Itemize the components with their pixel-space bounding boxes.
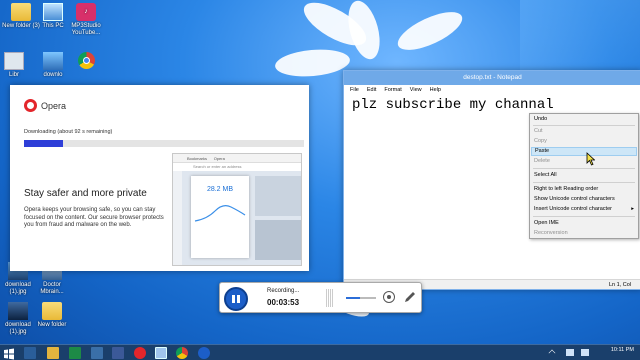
volume-slider[interactable] bbox=[346, 297, 376, 299]
flower-petal bbox=[392, 4, 468, 58]
ctx-separator bbox=[533, 216, 635, 217]
flower-petal bbox=[274, 46, 351, 80]
promo-description: Opera keeps your browsing safe, so you c… bbox=[24, 207, 164, 228]
drag-handle[interactable] bbox=[326, 289, 334, 307]
volume-icon[interactable] bbox=[581, 349, 589, 356]
desktop-icon-new-folder[interactable]: New folder bbox=[32, 302, 72, 329]
taskbar-file-explorer-icon[interactable] bbox=[47, 347, 59, 359]
recording-status: Recording... bbox=[267, 288, 300, 294]
mouse-cursor-icon bbox=[586, 152, 595, 166]
desktop-icon-mp3studio[interactable]: ♪ MP3Studio YouTube... bbox=[66, 3, 106, 37]
ctx-separator bbox=[533, 182, 635, 183]
notepad-title-bar[interactable]: destop.txt - Notepad bbox=[344, 71, 640, 85]
menu-file[interactable]: File bbox=[350, 85, 359, 95]
opera-icon bbox=[24, 99, 37, 112]
menu-view[interactable]: View bbox=[410, 85, 422, 95]
ctx-copy[interactable]: Copy bbox=[531, 137, 637, 146]
image-file-icon bbox=[8, 302, 28, 320]
desktop-icon-library[interactable]: Libr bbox=[0, 52, 34, 79]
flower-petal bbox=[342, 0, 386, 63]
download-progress-bar bbox=[24, 140, 304, 147]
preview-graph bbox=[194, 205, 246, 222]
screen-recorder-widget: Recording... 00:03:53 bbox=[219, 282, 422, 313]
webcam-icon[interactable] bbox=[383, 291, 395, 303]
ctx-select-all[interactable]: Select All bbox=[531, 171, 637, 180]
ctx-paste[interactable]: Paste bbox=[531, 147, 637, 156]
volume-slider-fill bbox=[346, 297, 360, 299]
folder-icon bbox=[11, 3, 31, 21]
taskbar-clock[interactable]: 10:11 PM bbox=[611, 347, 634, 354]
taskbar-facebook-icon[interactable] bbox=[112, 347, 124, 359]
edit-context-menu: Undo Cut Copy Paste Delete Select All Ri… bbox=[529, 113, 639, 239]
preview-thumbnail bbox=[255, 220, 301, 260]
promo-headline: Stay safer and more private bbox=[24, 188, 147, 199]
ctx-cut[interactable]: Cut bbox=[531, 127, 637, 136]
submenu-arrow-icon: ▸ bbox=[631, 206, 634, 212]
preview-thumbnail bbox=[255, 176, 301, 216]
ctx-separator bbox=[533, 168, 635, 169]
ctx-reconversion[interactable]: Reconversion bbox=[531, 229, 637, 238]
ctx-separator bbox=[533, 125, 635, 126]
preview-tab-strip: Bookmarks Opera bbox=[173, 154, 301, 163]
notepad-menu-bar: File Edit Format View Help bbox=[344, 85, 640, 95]
light-ray bbox=[520, 0, 640, 80]
taskbar-ie-icon[interactable] bbox=[24, 347, 36, 359]
chrome-icon bbox=[77, 52, 95, 69]
library-icon bbox=[4, 52, 24, 70]
windows-icon bbox=[4, 348, 14, 360]
menu-help[interactable]: Help bbox=[430, 85, 441, 95]
mp3studio-icon: ♪ bbox=[76, 3, 96, 21]
taskbar-opera-icon[interactable] bbox=[134, 347, 146, 359]
network-icon[interactable] bbox=[566, 349, 574, 356]
ctx-open-ime[interactable]: Open IME bbox=[531, 219, 637, 228]
taskbar: 10:11 PM bbox=[0, 344, 640, 360]
menu-format[interactable]: Format bbox=[384, 85, 401, 95]
ctx-show-unicode[interactable]: Show Unicode control characters bbox=[531, 195, 637, 204]
preview-panel: 28.2 MB bbox=[191, 176, 249, 258]
download-progress-fill bbox=[24, 140, 64, 147]
taskbar-chrome-icon[interactable] bbox=[176, 347, 188, 359]
start-button[interactable] bbox=[3, 347, 16, 360]
ctx-right-to-left[interactable]: Right to left Reading order bbox=[531, 185, 637, 194]
pause-button[interactable] bbox=[224, 287, 248, 311]
ctx-insert-unicode[interactable]: Insert Unicode control character ▸ bbox=[531, 205, 637, 214]
tray-arrow-icon[interactable] bbox=[548, 349, 556, 357]
download-status: Downloading (about 92 s remaining) bbox=[24, 129, 113, 135]
pen-annotation-icon[interactable] bbox=[403, 290, 416, 304]
taskbar-app-icon[interactable] bbox=[91, 347, 103, 359]
desktop-icon-chrome[interactable] bbox=[66, 52, 106, 71]
folder-icon bbox=[42, 302, 62, 320]
preview-sidebar bbox=[173, 171, 182, 265]
menu-edit[interactable]: Edit bbox=[367, 85, 376, 95]
opera-installer-window: Opera Downloading (about 92 s remaining)… bbox=[10, 85, 309, 271]
preview-address-bar: Search or enter an address bbox=[173, 163, 301, 171]
ctx-undo[interactable]: Undo bbox=[531, 115, 637, 124]
ctx-delete[interactable]: Delete bbox=[531, 157, 637, 166]
opera-logo: Opera bbox=[24, 99, 66, 112]
browser-preview-image: Bookmarks Opera Search or enter an addre… bbox=[172, 153, 302, 266]
notepad-content: plz subscribe my channal bbox=[352, 97, 554, 113]
taskbar-recorder-icon[interactable] bbox=[198, 347, 210, 359]
taskbar-notepad-icon[interactable] bbox=[155, 347, 167, 359]
recording-timer: 00:03:53 bbox=[267, 298, 300, 307]
taskbar-excel-icon[interactable] bbox=[69, 347, 81, 359]
download-icon bbox=[43, 52, 63, 70]
